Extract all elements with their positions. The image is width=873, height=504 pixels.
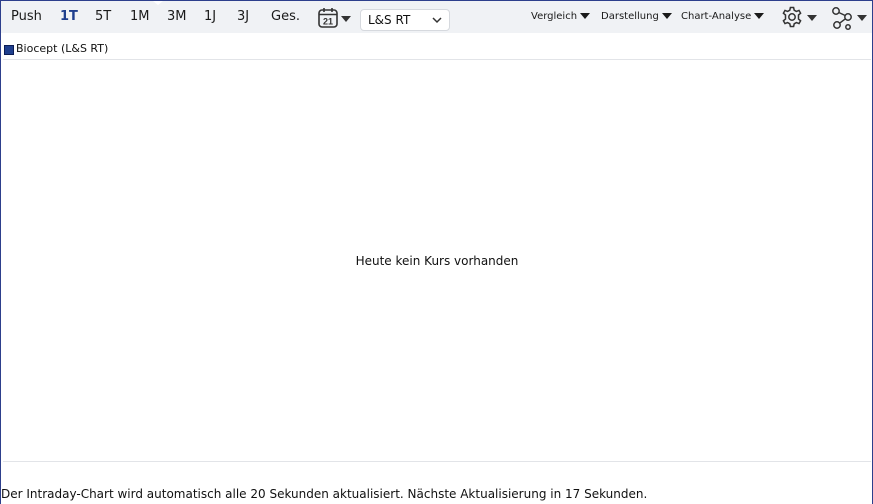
chevron-down-icon xyxy=(432,17,442,24)
settings-button[interactable] xyxy=(781,6,819,32)
range-1m-tab[interactable]: 1M xyxy=(130,9,150,24)
range-1t-tab[interactable]: 1T xyxy=(60,9,78,24)
compare-menu[interactable]: Vergleich xyxy=(531,11,591,22)
chart-analysis-menu-label: Chart-Analyse xyxy=(681,11,752,22)
compare-menu-label: Vergleich xyxy=(531,11,578,22)
display-menu-label: Darstellung xyxy=(601,11,659,22)
legend-swatch xyxy=(4,45,14,55)
range-3m-tab[interactable]: 3M xyxy=(167,9,187,24)
calendar-day-text: 21 xyxy=(323,17,333,27)
display-menu[interactable]: Darstellung xyxy=(601,11,672,22)
exchange-select[interactable]: L&S RT xyxy=(360,9,450,31)
caret-down-icon xyxy=(580,13,591,19)
active-tab-notch xyxy=(153,1,163,5)
chart-toolbar: Push 1T 5T 1M 3M 1J 3J Ges. 21 L&S RT Ve… xyxy=(1,1,872,33)
caret-down-icon xyxy=(661,13,672,19)
range-ges-tab[interactable]: Ges. xyxy=(271,9,300,24)
share-nodes-icon xyxy=(832,7,867,30)
share-button[interactable] xyxy=(831,6,869,34)
range-1j-tab[interactable]: 1J xyxy=(204,9,216,24)
date-picker-button[interactable]: 21 xyxy=(318,7,352,29)
exchange-select-value: L&S RT xyxy=(368,13,411,27)
calendar-icon: 21 xyxy=(318,8,351,28)
range-5t-tab[interactable]: 5T xyxy=(95,9,111,24)
range-push-tab[interactable]: Push xyxy=(11,9,42,24)
legend-label: Biocept (L&S RT) xyxy=(16,42,109,55)
range-3j-tab[interactable]: 3J xyxy=(237,9,249,24)
chart-analysis-menu[interactable]: Chart-Analyse xyxy=(681,11,765,22)
chart-area: Heute kein Kurs vorhanden xyxy=(3,59,871,462)
no-data-message: Heute kein Kurs vorhanden xyxy=(355,254,519,268)
caret-down-icon xyxy=(754,13,765,19)
gear-icon xyxy=(782,6,817,28)
auto-refresh-notice: Der Intraday-Chart wird automatisch alle… xyxy=(1,487,648,501)
